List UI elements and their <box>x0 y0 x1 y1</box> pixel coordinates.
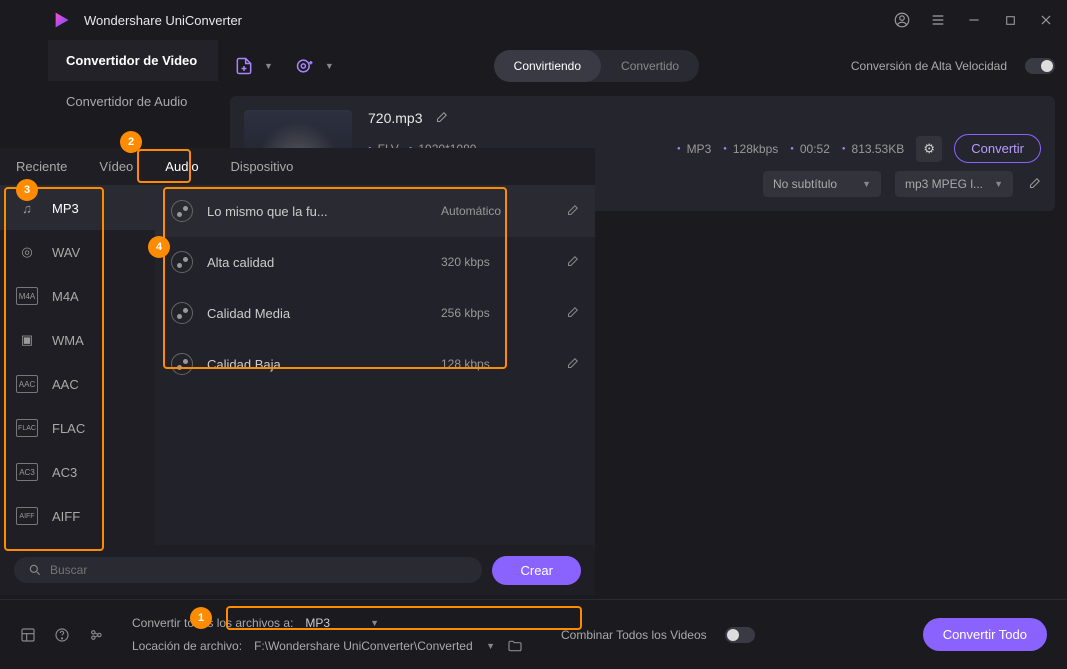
format-ac3[interactable]: AC3AC3 <box>0 450 155 494</box>
format-mp3[interactable]: ♫MP3 <box>0 186 155 230</box>
location-label: Locación de archivo: <box>132 639 242 653</box>
quality-icon <box>171 200 193 222</box>
edit-quality-icon[interactable] <box>565 306 579 320</box>
subtitle-select[interactable]: No subtítulo▼ <box>763 171 881 197</box>
high-speed-toggle[interactable] <box>1025 58 1055 74</box>
picker-body: ♫MP3 ◎WAV M4AM4A ▣WMA AACAAC FLACFLAC AC… <box>0 186 595 545</box>
flac-icon: FLAC <box>16 419 38 437</box>
window-controls <box>893 11 1055 29</box>
combine-toggle[interactable] <box>725 627 755 643</box>
note-icon: ♫ <box>16 199 38 217</box>
wma-icon: ▣ <box>16 331 38 349</box>
format-m4a[interactable]: M4AM4A <box>0 274 155 318</box>
status-tabs: Convirtiendo Convertido <box>494 50 699 82</box>
picker-tabs: Reciente Vídeo Audio Dispositivo <box>0 148 595 186</box>
file-name: 720.mp3 <box>368 110 422 126</box>
picker-bottom: Crear <box>0 545 595 595</box>
m4a-icon: M4A <box>16 287 38 305</box>
content-toolbar: ▼ ▼ Convirtiendo Convertido Conversión d… <box>230 40 1055 92</box>
maximize-icon[interactable] <box>1001 11 1019 29</box>
format-wma[interactable]: ▣WMA <box>0 318 155 362</box>
status-tabs-wrap: Convirtiendo Convertido <box>352 50 841 82</box>
search-icon <box>28 563 42 577</box>
open-folder-icon[interactable] <box>507 638 523 654</box>
convert-all-select[interactable]: MP3 ▼ <box>305 616 379 630</box>
format-wav[interactable]: ◎WAV <box>0 230 155 274</box>
titlebar: Wondershare UniConverter <box>0 0 1067 40</box>
sidebar-item-audio-converter[interactable]: Convertidor de Audio <box>48 81 218 122</box>
quality-icon <box>171 251 193 273</box>
tab-converted[interactable]: Convertido <box>601 50 699 82</box>
quality-list: Lo mismo que la fu...Automático Alta cal… <box>155 186 595 545</box>
rename-icon[interactable] <box>434 111 448 125</box>
merge-icon[interactable] <box>88 627 104 643</box>
preset-settings-icon[interactable]: ⚙ <box>916 136 942 162</box>
format-picker: Reciente Vídeo Audio Dispositivo ♫MP3 ◎W… <box>0 148 595 595</box>
minimize-icon[interactable] <box>965 11 983 29</box>
high-speed-label: Conversión de Alta Velocidad <box>851 59 1007 73</box>
menu-icon[interactable] <box>929 11 947 29</box>
combine-label: Combinar Todos los Videos <box>561 628 707 642</box>
layout-icon[interactable] <box>20 627 36 643</box>
aac-icon: AAC <box>16 375 38 393</box>
location-caret-icon[interactable]: ▼ <box>486 641 495 651</box>
location-row: Locación de archivo: ▼ <box>132 638 523 654</box>
convert-all-row: Convertir todos los archivos a: MP3 ▼ <box>132 616 523 630</box>
format-flac[interactable]: FLACFLAC <box>0 406 155 450</box>
disc-icon: ◎ <box>16 243 38 261</box>
ac3-icon: AC3 <box>16 463 38 481</box>
format-search[interactable] <box>14 557 482 583</box>
duration: 00:52 <box>800 142 830 156</box>
quality-auto[interactable]: Lo mismo que la fu...Automático <box>155 186 595 237</box>
picker-tab-audio[interactable]: Audio <box>149 148 214 185</box>
app-title: Wondershare UniConverter <box>84 13 893 28</box>
close-icon[interactable] <box>1037 11 1055 29</box>
add-files-icon[interactable] <box>230 52 258 80</box>
format-aiff[interactable]: AIFFAIFF <box>0 494 155 538</box>
edit-quality-icon[interactable] <box>565 204 579 218</box>
quality-high[interactable]: Alta calidad320 kbps <box>155 237 595 288</box>
add-from-device-icon[interactable] <box>291 52 319 80</box>
format-list: ♫MP3 ◎WAV M4AM4A ▣WMA AACAAC FLACFLAC AC… <box>0 186 155 545</box>
convert-all-button[interactable]: Convertir Todo <box>923 618 1047 651</box>
file-name-row: 720.mp3 <box>368 110 1041 126</box>
location-input[interactable] <box>254 639 474 653</box>
create-preset-button[interactable]: Crear <box>492 556 581 585</box>
add-from-device-caret-icon[interactable]: ▼ <box>325 61 334 71</box>
picker-tab-device[interactable]: Dispositivo <box>215 148 310 185</box>
sidebar-item-video-converter[interactable]: Convertidor de Video <box>48 40 218 81</box>
convert-button[interactable]: Convertir <box>954 134 1041 163</box>
quality-icon <box>171 302 193 324</box>
tab-converting[interactable]: Convirtiendo <box>494 50 601 82</box>
target-bitrate: 128kbps <box>733 142 778 156</box>
aiff-icon: AIFF <box>16 507 38 525</box>
add-files-caret-icon[interactable]: ▼ <box>264 61 273 71</box>
picker-tab-recent[interactable]: Reciente <box>0 148 83 185</box>
preset-edit-icon[interactable] <box>1027 177 1041 191</box>
bottombar: Convertir todos los archivos a: MP3 ▼ Lo… <box>0 599 1067 669</box>
search-input[interactable] <box>50 563 468 577</box>
picker-tab-video[interactable]: Vídeo <box>83 148 149 185</box>
quality-medium[interactable]: Calidad Media256 kbps <box>155 288 595 339</box>
convert-all-label: Convertir todos los archivos a: <box>132 616 293 630</box>
quality-icon <box>171 353 193 375</box>
format-aac[interactable]: AACAAC <box>0 362 155 406</box>
edit-quality-icon[interactable] <box>565 357 579 371</box>
target-format: MP3 <box>687 142 712 156</box>
app-logo <box>52 9 74 31</box>
edit-quality-icon[interactable] <box>565 255 579 269</box>
account-icon[interactable] <box>893 11 911 29</box>
preset-select[interactable]: mp3 MPEG l...▼ <box>895 171 1013 197</box>
convert-all-value: MP3 <box>305 616 330 630</box>
quality-low[interactable]: Calidad Baja128 kbps <box>155 339 595 390</box>
help-icon[interactable] <box>54 627 70 643</box>
file-size: 813.53KB <box>852 142 905 156</box>
